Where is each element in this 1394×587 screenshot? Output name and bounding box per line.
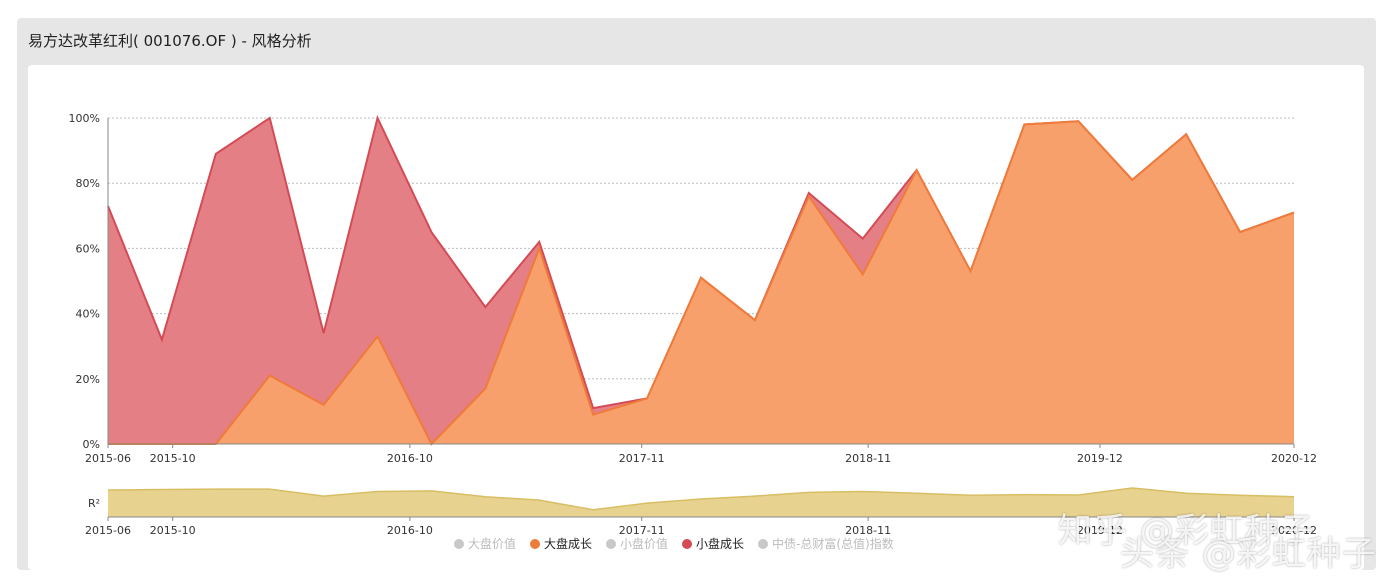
watermark-toutiao: 头条 @彩虹种子	[1120, 534, 1377, 574]
y-tick-label: 60%	[76, 242, 100, 255]
area-series	[107, 115, 1295, 446]
legend-item[interactable]: 大盘价值	[454, 536, 516, 551]
x-tick-label: 2019-12	[1077, 452, 1123, 465]
r2-x-tick-label: 2017-11	[619, 524, 665, 537]
legend-marker	[530, 539, 540, 549]
r2-x-tick-label: 2015-10	[150, 524, 196, 537]
legend-marker	[758, 539, 768, 549]
style-analysis-chart: 0% 20% 40% 60% 80% 100% 2015-06 2015-10 2016-10…	[69, 112, 1317, 551]
x-tick-label: 2016-10	[387, 452, 433, 465]
legend: 大盘价值 大盘成长 小盘价值 小盘成长 中债-总财富(总值)指数	[454, 536, 894, 551]
x-tick-label: 2018-11	[845, 452, 891, 465]
legend-label: 大盘成长	[544, 536, 592, 551]
legend-marker	[606, 539, 616, 549]
x-tick-label: 2017-11	[619, 452, 665, 465]
y-tick-label: 20%	[76, 373, 100, 386]
r2-x-tick-label: 2015-06	[85, 524, 131, 537]
y-axis: 0% 20% 40% 60% 80% 100%	[69, 112, 109, 451]
legend-label: 小盘成长	[696, 536, 744, 551]
legend-label: 中债-总财富(总值)指数	[772, 536, 894, 551]
r2-label: R²	[88, 497, 100, 510]
x-tick-label: 2015-10	[150, 452, 196, 465]
legend-item[interactable]: 大盘成长	[530, 536, 592, 551]
y-tick-label: 80%	[76, 177, 100, 190]
chart-card: 0% 20% 40% 60% 80% 100% 2015-06 2015-10 2016-10…	[28, 65, 1364, 570]
y-tick-label: 100%	[69, 112, 100, 125]
legend-item[interactable]: 中债-总财富(总值)指数	[758, 536, 894, 551]
x-axis: 2015-06 2015-10 2016-10 2017-11 2018-11 2019-…	[85, 443, 1317, 465]
legend-label: 大盘价值	[468, 536, 516, 551]
r2-x-tick-label: 2018-11	[845, 524, 891, 537]
legend-marker	[454, 539, 464, 549]
panel-title: 易方达改革红利( 001076.OF ) - 风格分析	[28, 32, 312, 50]
chart-panel: 易方达改革红利( 001076.OF ) - 风格分析 0% 20% 40% 60% 8…	[17, 18, 1376, 570]
legend-marker	[682, 539, 692, 549]
y-tick-label: 40%	[76, 308, 100, 321]
x-tick-label: 2015-06	[85, 452, 131, 465]
y-tick-label: 0%	[83, 438, 100, 451]
legend-label: 小盘价值	[620, 536, 668, 551]
r2-x-tick-label: 2016-10	[387, 524, 433, 537]
x-tick-label: 2020-12	[1271, 452, 1317, 465]
legend-item[interactable]: 小盘价值	[606, 536, 668, 551]
legend-item[interactable]: 小盘成长	[682, 536, 744, 551]
